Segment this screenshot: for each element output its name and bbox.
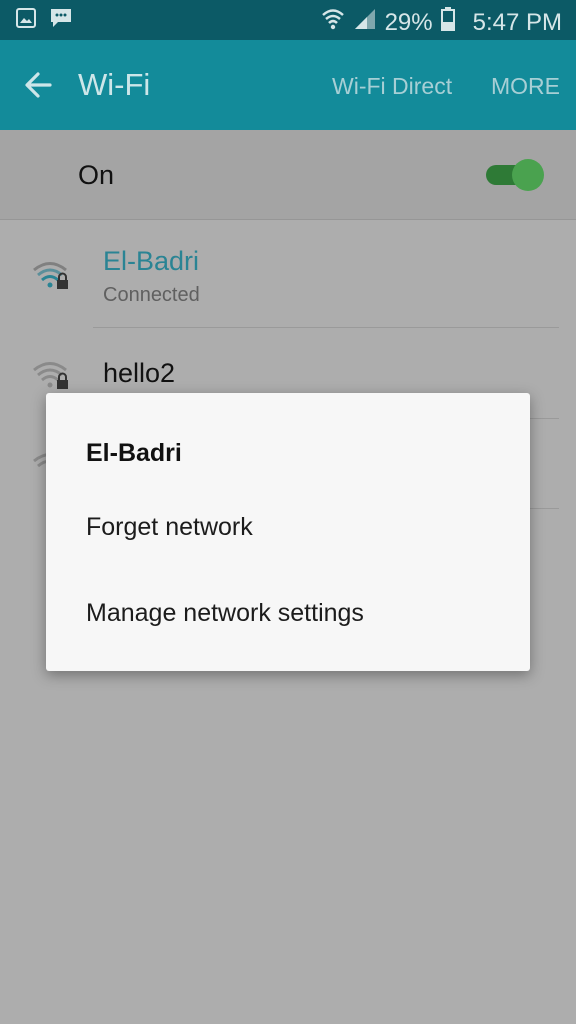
page-title: Wi-Fi bbox=[78, 67, 151, 102]
wifi-lock-icon bbox=[32, 258, 72, 292]
network-name: El-Badri bbox=[103, 246, 200, 276]
wifi-toggle-row[interactable]: On bbox=[0, 130, 576, 220]
wifi-lock-icon bbox=[32, 358, 72, 392]
cell-signal-icon bbox=[353, 7, 377, 38]
wifi-direct-button[interactable]: Wi-Fi Direct bbox=[332, 73, 452, 100]
network-status: Connected bbox=[103, 284, 200, 306]
option-label: Manage network settings bbox=[86, 599, 364, 627]
wifi-toggle-switch[interactable] bbox=[486, 159, 546, 191]
app-bar: Wi-Fi Wi-Fi Direct MORE bbox=[0, 40, 576, 130]
dialog-title: El-Badri bbox=[86, 439, 182, 467]
forget-network-option[interactable]: Forget network bbox=[46, 493, 530, 563]
clock: 5:47 PM bbox=[472, 8, 562, 36]
network-options-dialog: El-Badri Forget network Manage network s… bbox=[46, 393, 530, 671]
image-icon bbox=[16, 8, 36, 33]
back-arrow-icon[interactable] bbox=[20, 66, 58, 104]
option-label: Forget network bbox=[86, 513, 253, 541]
wifi-signal-icon bbox=[321, 6, 345, 39]
battery-icon bbox=[440, 7, 455, 38]
network-item-el-badri[interactable]: El-Badri Connected bbox=[0, 220, 576, 328]
network-name: hello2 bbox=[103, 358, 176, 388]
bbm-icon bbox=[50, 8, 72, 33]
wifi-toggle-label: On bbox=[78, 160, 115, 190]
more-button[interactable]: MORE bbox=[491, 73, 560, 100]
battery-percent: 29% bbox=[384, 8, 433, 36]
status-bar: 29% 5:47 PM bbox=[0, 0, 576, 40]
manage-network-settings-option[interactable]: Manage network settings bbox=[46, 579, 530, 649]
